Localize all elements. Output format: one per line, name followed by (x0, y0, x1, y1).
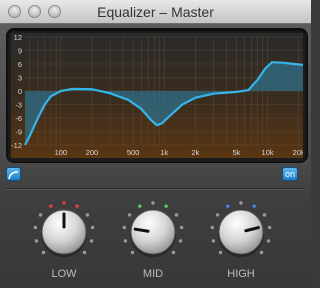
y-tick-label: -12 (11, 141, 22, 150)
knob-pointer (133, 227, 150, 233)
knob-scale-dot (62, 201, 66, 205)
y-tick-label: 0 (18, 87, 22, 96)
knob-scale-dot (266, 239, 271, 243)
x-tick-label: 1k (160, 148, 168, 157)
x-tick-label: 200 (86, 148, 99, 157)
x-tick-label: 5k (233, 148, 241, 157)
window-title: Equalizer – Master (97, 4, 214, 20)
knob-scale-dot (252, 204, 256, 208)
knob-scale-dot (34, 239, 39, 243)
knob-low[interactable] (32, 194, 96, 264)
knob-body (218, 209, 264, 255)
knob-scale-dot (75, 204, 79, 208)
eq-frequency-graph[interactable]: 12 9 6 3 0 -3 -6 -9 -12 100 200 500 1k 2k 5k 10k 20k (11, 33, 303, 158)
x-tick-label: 2k (191, 148, 199, 157)
knob-scale-dot (41, 250, 46, 255)
y-tick-label: 12 (14, 33, 22, 42)
knob-scale-dot (82, 250, 87, 255)
knob-scale-dot (138, 204, 142, 208)
knob-scale-dot (122, 225, 127, 230)
knob-high[interactable] (209, 194, 273, 264)
y-tick-label: -6 (15, 114, 22, 123)
y-tick-label: 3 (18, 74, 22, 83)
y-tick-label: 6 (18, 60, 22, 69)
knob-scale-dot (130, 250, 135, 255)
knob-scale-dot (123, 239, 128, 243)
knob-scale-dot (211, 239, 216, 243)
divider (6, 188, 305, 189)
eq-graph-panel: 12 9 6 3 0 -3 -6 -9 -12 100 200 500 1k 2k 5k 10k 20k (6, 28, 308, 163)
knob-scale-dot (210, 225, 215, 230)
y-tick-label: -9 (15, 128, 22, 137)
x-tick-label: 10k (262, 148, 274, 157)
knob-body (130, 209, 176, 255)
knob-scale-dot (164, 204, 168, 208)
y-tick-label: 9 (18, 47, 22, 56)
knob-scale-dot (174, 213, 179, 217)
equalizer-window: Equalizer – Master 12 9 6 3 0 -3 -6 -9 -12 100 20… (0, 0, 311, 288)
knob-scale-dot (171, 250, 176, 255)
knob-scale-dot (90, 225, 95, 230)
knob-scale-dot (33, 225, 38, 230)
knob-high-label: HIGH (227, 268, 255, 280)
knob-scale-dot (38, 213, 43, 217)
knob-scale-dot (267, 225, 272, 230)
x-tick-label: 500 (127, 148, 140, 157)
knob-scale-dot (49, 204, 53, 208)
filter-shape-button[interactable] (6, 167, 21, 181)
title-bar: Equalizer – Master (0, 0, 311, 24)
knob-scale-dot (89, 239, 94, 243)
knob-scale-dot (259, 250, 264, 255)
knob-scale-dot (239, 201, 243, 205)
knob-scale-dot (178, 239, 183, 243)
knob-scale-dot (215, 213, 220, 217)
knob-mid[interactable] (121, 194, 185, 264)
knob-scale-dot (85, 213, 90, 217)
eq-on-button[interactable]: on (282, 167, 298, 181)
knob-scale-dot (179, 225, 184, 230)
knob-low-label: LOW (51, 268, 77, 280)
x-tick-label: 100 (55, 148, 68, 157)
knob-scale-dot (151, 201, 155, 205)
knob-scale-dot (218, 250, 223, 255)
knob-scale-dot (226, 204, 230, 208)
knob-scale-dot (127, 213, 132, 217)
filter-shape-icon (8, 171, 19, 180)
knob-mid-label: MID (142, 268, 164, 280)
knob-scale-dot (262, 213, 267, 217)
x-tick-label: 20k (293, 148, 303, 157)
y-tick-label: -3 (15, 101, 22, 110)
